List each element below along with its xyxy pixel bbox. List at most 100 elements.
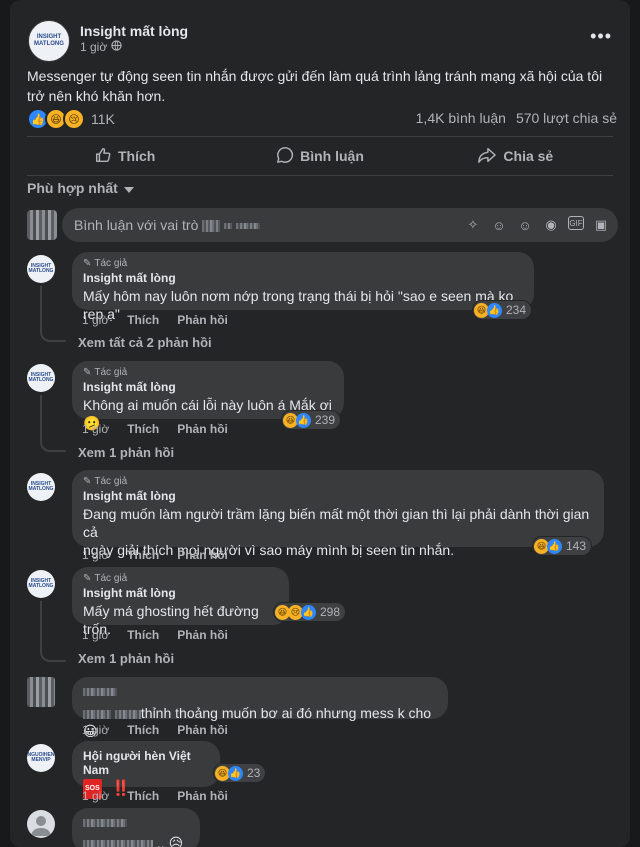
blurred-name bbox=[236, 223, 261, 230]
logo-text: INSIGHT bbox=[36, 34, 62, 41]
more-options-button[interactable]: ••• bbox=[590, 26, 612, 47]
comment-input-placeholder: Bình luận với vai trò bbox=[74, 217, 261, 233]
comment-like-button[interactable]: Thích bbox=[127, 313, 159, 327]
commenter-avatar[interactable]: INSIGHT MATLONG bbox=[27, 364, 55, 392]
reaction-count: 298 bbox=[320, 605, 341, 619]
post-text: Messenger tự động seen tin nhắn được gửi… bbox=[27, 68, 603, 104]
like-reaction-icon: 👍 bbox=[296, 412, 311, 428]
commenter-avatar[interactable]: INSIGHT MATLONG bbox=[27, 570, 55, 598]
comment-time[interactable]: 1 giờ bbox=[82, 723, 109, 737]
comment-reactions[interactable]: 😆 😢 👍 298 bbox=[273, 602, 347, 622]
post-stats: 1,4K bình luận 570 lượt chia sẻ bbox=[416, 110, 617, 126]
pencil-icon: ✎ bbox=[83, 367, 92, 378]
sad-face-emoji: 😥 bbox=[168, 835, 184, 847]
blurred-text bbox=[83, 709, 111, 719]
comments-count[interactable]: 1,4K bình luận bbox=[416, 110, 506, 126]
comment-reactions[interactable]: 😆 👍 239 bbox=[281, 410, 342, 430]
comment-reply-button[interactable]: Phản hồi bbox=[177, 723, 228, 737]
comment-meta: 1 giờ Thích Phản hồi bbox=[82, 548, 246, 562]
current-user-avatar[interactable] bbox=[27, 210, 57, 240]
comment-reactions[interactable]: 😆 👍 234 bbox=[472, 300, 533, 320]
commenter-avatar[interactable]: NGUOIHEN MENVIP bbox=[27, 744, 55, 772]
reactions-summary[interactable]: 👍 😆 😢 11K bbox=[27, 108, 115, 130]
shares-count[interactable]: 570 lượt chia sẻ bbox=[516, 110, 617, 126]
commenter-name[interactable]: Insight mất lòng bbox=[83, 586, 278, 600]
reaction-count: 234 bbox=[506, 303, 527, 317]
comment-meta: 1 giờ Thích Phản hồi bbox=[82, 422, 246, 436]
blurred-text bbox=[83, 839, 153, 847]
commenter-name[interactable]: Insight mất lòng bbox=[83, 489, 593, 503]
like-reaction-icon: 👍 bbox=[487, 302, 502, 318]
comment-reply-button[interactable]: Phản hồi bbox=[177, 548, 228, 562]
commenter-name[interactable]: Hội người hèn Việt Nam bbox=[83, 749, 209, 777]
comment-like-button[interactable]: Thích bbox=[127, 628, 159, 642]
comment-text-line: Đang muốn làm người trầm lặng biến mất m… bbox=[83, 506, 590, 540]
divider bbox=[27, 136, 613, 137]
comment-input[interactable]: Bình luận với vai trò ✧ ☺ ☺ ◉ GIF ▣ bbox=[62, 208, 618, 242]
comment-reactions[interactable]: 😆 👍 23 bbox=[213, 763, 267, 783]
comment-sort-dropdown[interactable]: Phù hợp nhất bbox=[27, 180, 134, 196]
thread-line bbox=[40, 395, 42, 441]
like-button[interactable]: Thích bbox=[27, 140, 222, 172]
comment-like-button[interactable]: Thích bbox=[127, 789, 159, 803]
author-badge: ✎ Tác giả bbox=[83, 476, 128, 487]
comment-meta: 1 giờ Thích Phản hồi bbox=[82, 313, 246, 327]
blurred-commenter-name[interactable] bbox=[83, 683, 437, 701]
comment-time[interactable]: 1 giờ bbox=[82, 313, 109, 327]
commenter-name[interactable]: Insight mất lòng bbox=[83, 271, 523, 285]
comment-reactions[interactable]: 😆 👍 143 bbox=[532, 536, 593, 556]
reaction-count: 239 bbox=[315, 413, 336, 427]
sticker-icon[interactable]: ▣ bbox=[592, 216, 610, 234]
page-name[interactable]: Insight mất lòng bbox=[80, 23, 188, 39]
thread-curve bbox=[40, 326, 66, 342]
comment-like-button[interactable]: Thích bbox=[127, 548, 159, 562]
thumbs-up-icon bbox=[94, 146, 112, 167]
emoji-icon[interactable]: ☺ bbox=[516, 216, 534, 234]
author-badge: ✎ Tác giả bbox=[83, 258, 128, 269]
comment-text: .. 😥 bbox=[83, 834, 189, 847]
commenter-avatar[interactable]: INSIGHT MATLONG bbox=[27, 255, 55, 283]
page-avatar[interactable]: INSIGHT MATLONG bbox=[28, 20, 70, 62]
comment-like-button[interactable]: Thích bbox=[127, 723, 159, 737]
commenter-name[interactable]: Insight mất lòng bbox=[83, 380, 333, 394]
globe-icon bbox=[111, 40, 122, 54]
pencil-icon: ✎ bbox=[83, 573, 92, 584]
comment-reply-button[interactable]: Phản hồi bbox=[177, 628, 228, 642]
blurred-name bbox=[202, 220, 221, 233]
author-badge: ✎ Tác giả bbox=[83, 573, 128, 584]
view-replies-link[interactable]: Xem tất cả 2 phản hồi bbox=[78, 335, 212, 350]
post-time-text[interactable]: 1 giờ bbox=[80, 40, 107, 54]
comment-bubble-icon bbox=[276, 146, 294, 167]
default-avatar[interactable] bbox=[27, 810, 55, 838]
gif-icon[interactable]: GIF bbox=[568, 216, 584, 230]
comment-time[interactable]: 1 giờ bbox=[82, 789, 109, 803]
commenter-avatar[interactable]: INSIGHT MATLONG bbox=[27, 473, 55, 501]
comment-bubble: ✎ Tác giả Insight mất lòng Mấy má ghostin… bbox=[72, 567, 289, 637]
view-replies-link[interactable]: Xem 1 phản hồi bbox=[78, 651, 174, 666]
comment-time[interactable]: 1 giờ bbox=[82, 548, 109, 562]
comment-reply-button[interactable]: Phản hồi bbox=[177, 422, 228, 436]
comment-time[interactable]: 1 giờ bbox=[82, 628, 109, 642]
comment-reply-button[interactable]: Phản hồi bbox=[177, 789, 228, 803]
like-reaction-icon: 👍 bbox=[228, 765, 243, 781]
sort-label: Phù hợp nhất bbox=[27, 180, 118, 196]
thread-curve bbox=[40, 646, 66, 662]
comment-text-content: .. bbox=[156, 835, 165, 847]
comment-like-button[interactable]: Thích bbox=[127, 422, 159, 436]
action-bar: Thích Bình luận Chia sẻ bbox=[27, 140, 613, 172]
camera-icon[interactable]: ◉ bbox=[542, 216, 560, 234]
view-replies-link[interactable]: Xem 1 phản hồi bbox=[78, 445, 174, 460]
comment-bubble: thỉnh thoảng muốn bơ ai đó nhưng mess k … bbox=[72, 677, 448, 739]
share-button[interactable]: Chia sẻ bbox=[418, 140, 613, 172]
comment-button[interactable]: Bình luận bbox=[222, 140, 417, 172]
comment-time[interactable]: 1 giờ bbox=[82, 422, 109, 436]
sparkle-icon[interactable]: ✧ bbox=[464, 216, 482, 234]
blurred-text bbox=[114, 709, 141, 719]
sad-reaction-icon: 😢 bbox=[63, 108, 85, 130]
avatar-sticker-icon[interactable]: ☺ bbox=[490, 216, 508, 234]
commenter-avatar[interactable] bbox=[27, 677, 55, 707]
blurred-commenter-name[interactable] bbox=[83, 814, 189, 832]
comment-reply-button[interactable]: Phản hồi bbox=[177, 313, 228, 327]
comment-label: Bình luận bbox=[300, 148, 364, 164]
reaction-count: 143 bbox=[566, 539, 587, 553]
